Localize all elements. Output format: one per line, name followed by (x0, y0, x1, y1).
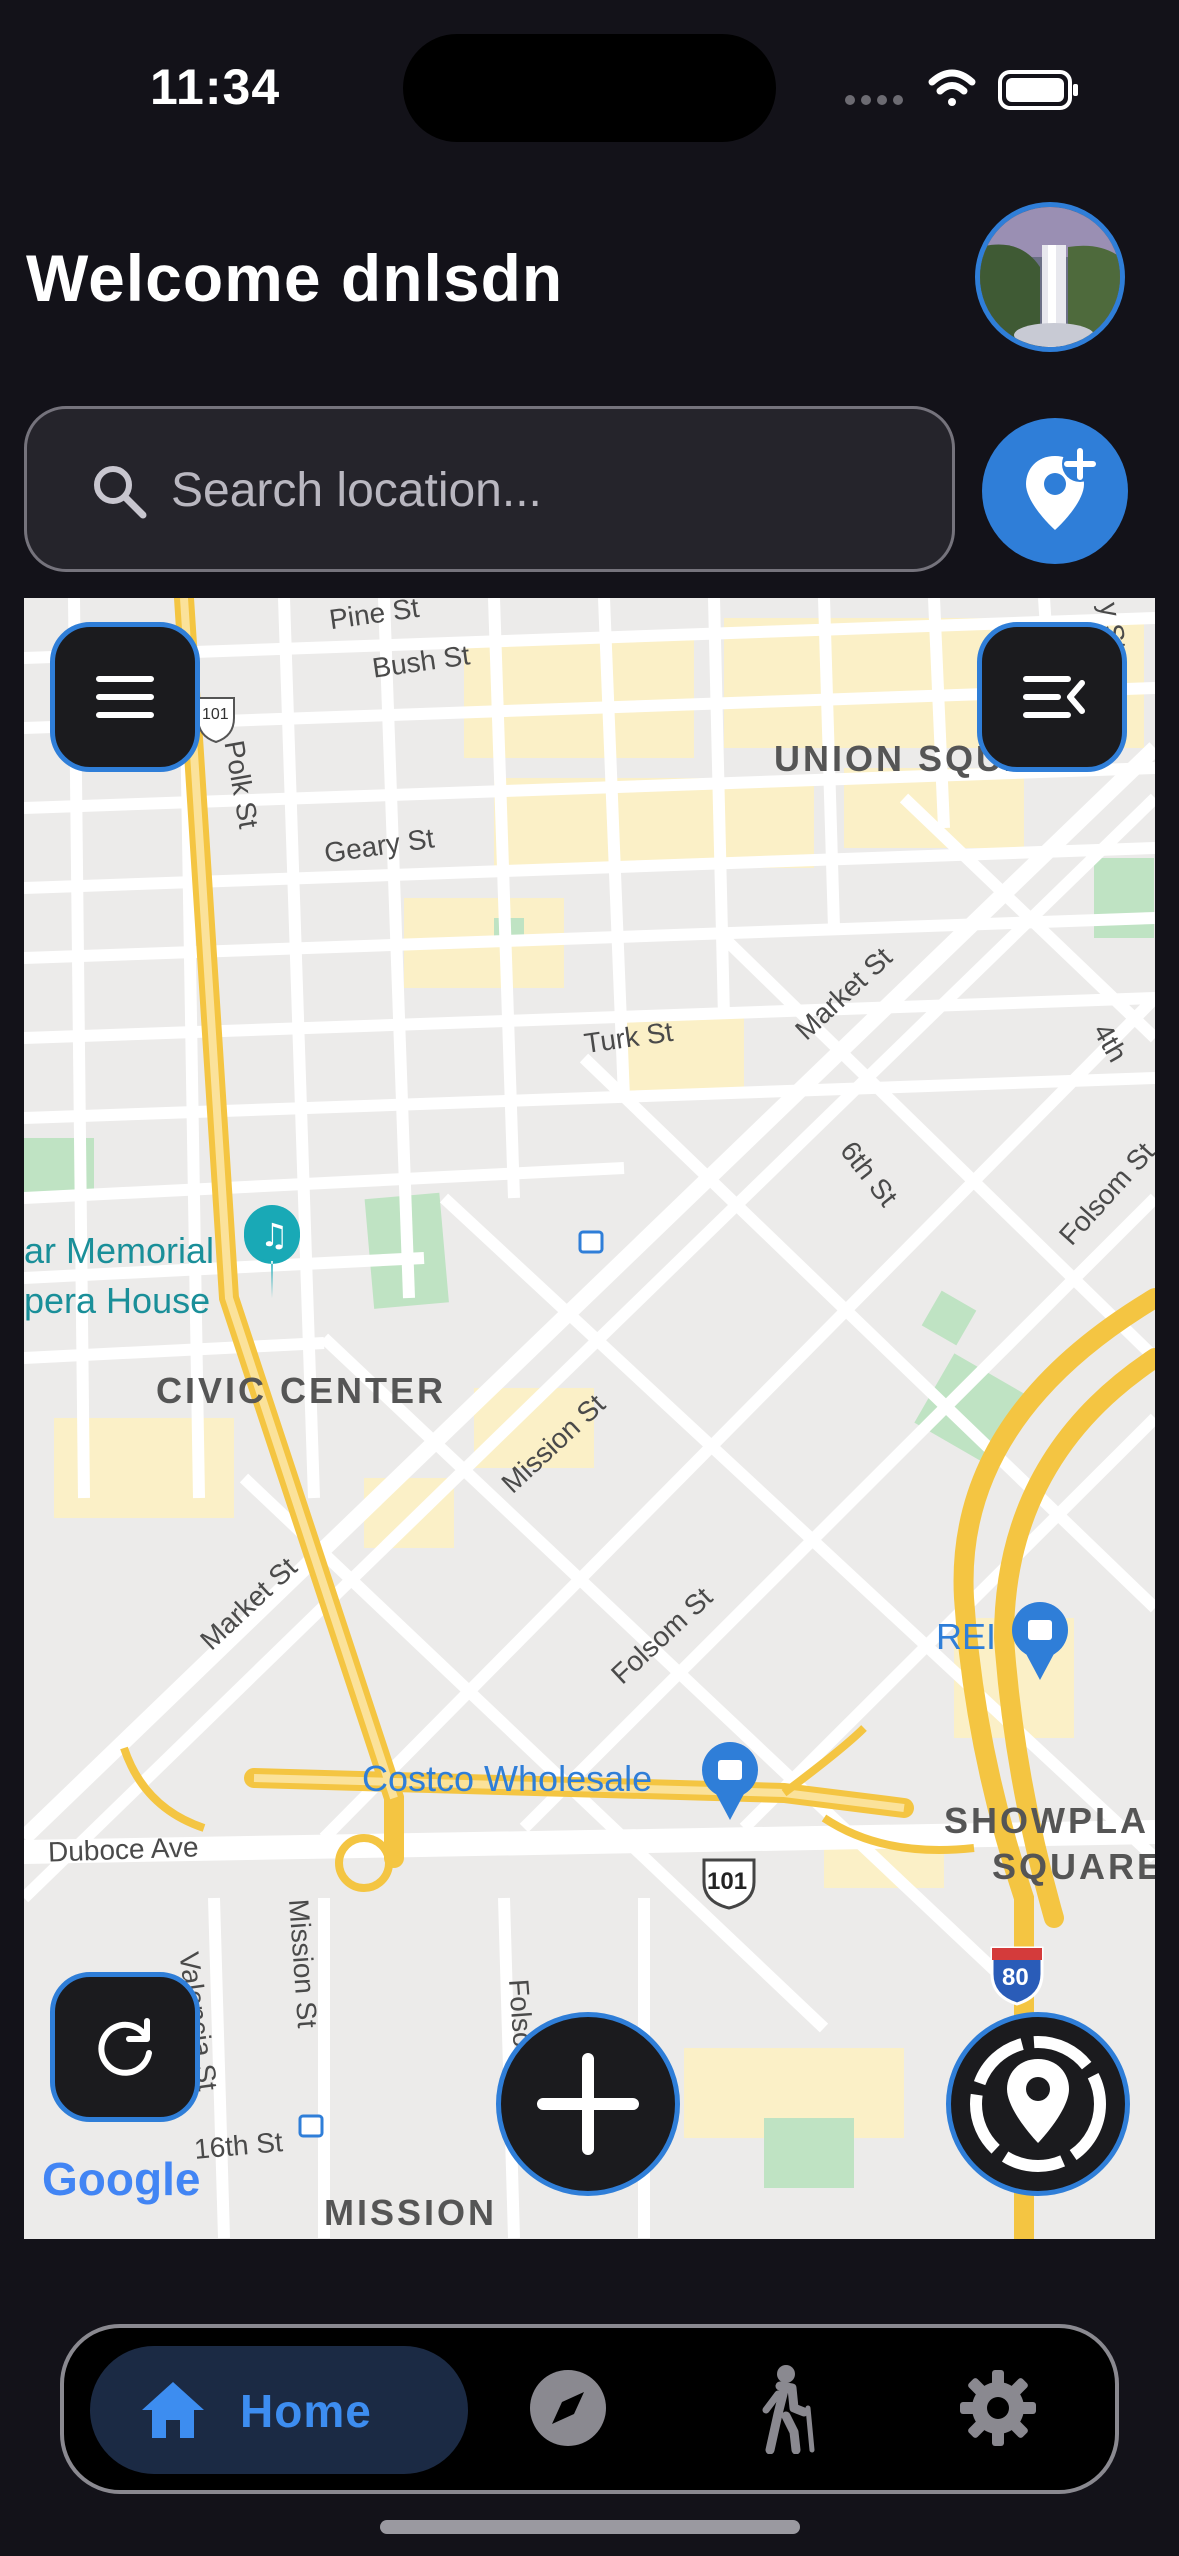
menu-button[interactable] (50, 622, 200, 772)
my-location-button[interactable] (946, 2012, 1130, 2196)
wifi-icon (928, 69, 976, 106)
district-label: SQUARE (992, 1846, 1155, 1887)
search-icon (94, 466, 147, 519)
dynamic-island (403, 34, 776, 142)
highway-number: 80 (1002, 1964, 1029, 1991)
search-bar[interactable] (24, 406, 955, 572)
bottom-nav-bar: Home (60, 2324, 1119, 2494)
district-label: SHOWPLA (944, 1800, 1149, 1841)
poi-label: pera House (24, 1280, 211, 1321)
poi-label: ar Memorial (24, 1230, 215, 1271)
hamburger-menu-icon (96, 676, 154, 718)
search-input[interactable] (169, 439, 913, 541)
google-attribution-logo: Google (42, 2153, 201, 2205)
plus-icon (537, 2053, 639, 2155)
status-time: 11:34 (150, 59, 281, 115)
map-view[interactable]: ♫ Pine St Bush St Polk St Geary St Turk … (24, 598, 1155, 2239)
nav-item-settings[interactable] (956, 2366, 1040, 2450)
list-panel-button[interactable] (977, 622, 1127, 772)
poi-label: REI (936, 1616, 997, 1657)
hiking-icon (762, 2365, 815, 2455)
cellular-signal-icon (845, 95, 903, 105)
nav-item-explore[interactable] (526, 2366, 610, 2450)
add-location-button[interactable] (982, 418, 1128, 564)
refresh-icon (98, 2018, 152, 2076)
welcome-title: Welcome dnlsdn (26, 241, 564, 315)
home-icon (142, 2382, 204, 2438)
profile-avatar[interactable] (975, 202, 1125, 352)
home-indicator (380, 2520, 800, 2534)
district-label: MISSION (324, 2192, 498, 2233)
highway-number: 101 (202, 706, 229, 723)
status-icons (840, 60, 1080, 116)
compass-icon (530, 2370, 606, 2446)
svg-text:♫: ♫ (260, 1216, 289, 1254)
add-location-pin-icon (1026, 446, 1098, 530)
nav-item-home[interactable]: Home (90, 2346, 468, 2474)
add-button[interactable] (496, 2012, 680, 2196)
menu-open-icon (1023, 676, 1085, 718)
district-label: CIVIC CENTER (156, 1370, 447, 1411)
nav-label-home: Home (240, 2385, 372, 2437)
location-target-icon (970, 2036, 1106, 2172)
gear-icon (960, 2370, 1036, 2446)
street-label: Duboce Ave (47, 1831, 199, 1868)
nav-item-hikes[interactable] (744, 2362, 828, 2455)
refresh-button[interactable] (50, 1972, 200, 2122)
battery-icon (998, 70, 1078, 110)
highway-number: 101 (707, 1868, 748, 1895)
poi-label: Costco Wholesale (362, 1758, 653, 1799)
